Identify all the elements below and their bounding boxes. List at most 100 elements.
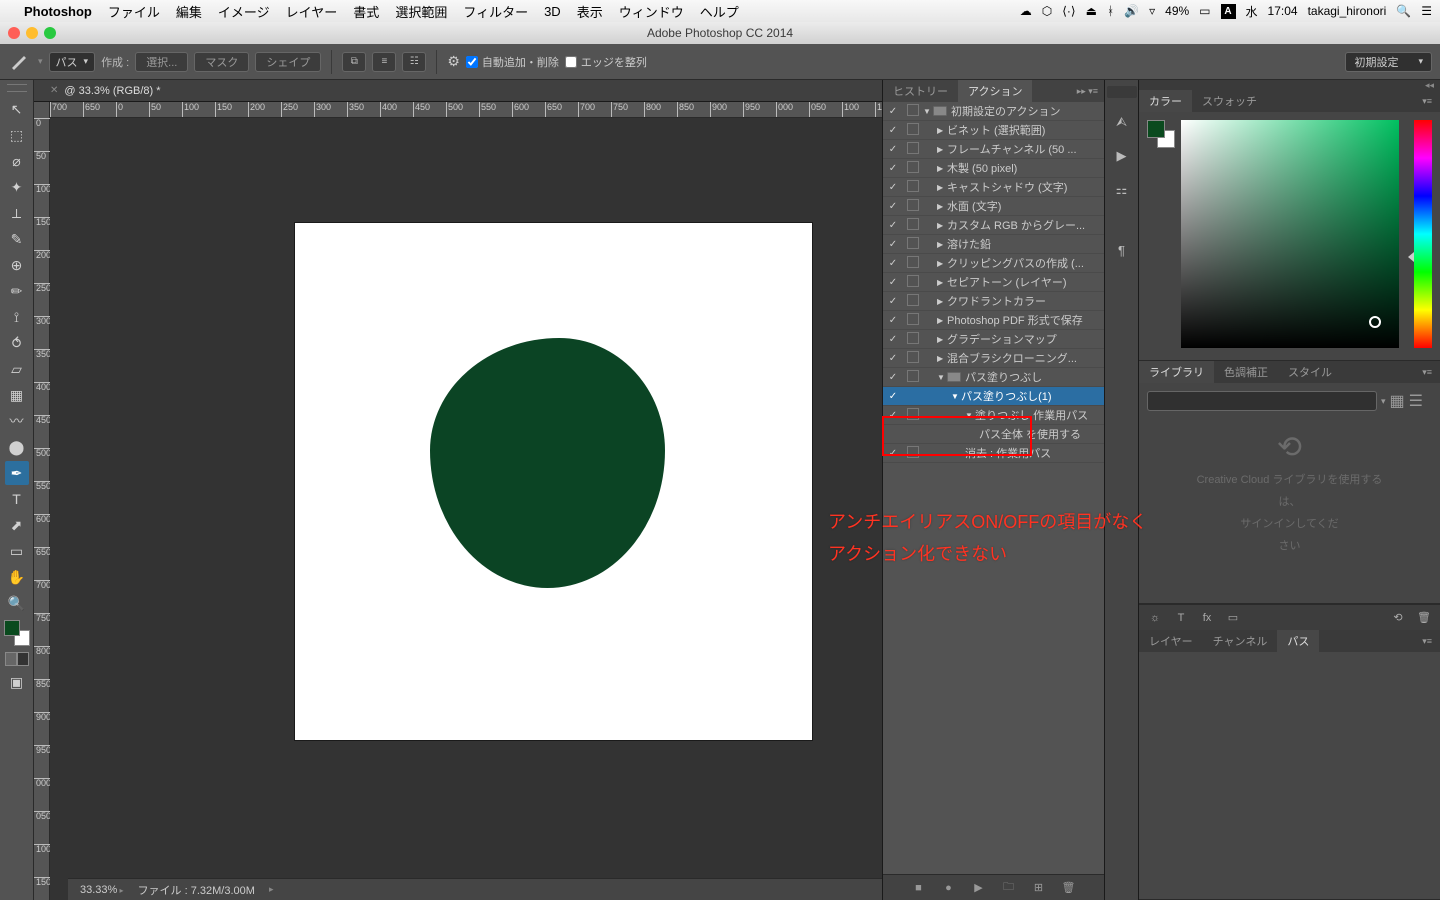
character-panel-icon[interactable]: ¶	[1112, 240, 1132, 260]
action-row[interactable]: ✓▶クワドラントカラー	[883, 292, 1104, 311]
menu-layer[interactable]: レイヤー	[286, 2, 338, 21]
tab-libraries[interactable]: ライブラリ	[1139, 361, 1214, 383]
clock-day[interactable]: 水	[1246, 3, 1258, 20]
path-op-icon[interactable]: ⧉	[342, 52, 366, 72]
panel-collapse-icon[interactable]: ▸▸ ▾≡	[1071, 86, 1104, 97]
window-minimize-button[interactable]	[26, 27, 38, 39]
bluetooth-icon[interactable]: ᚼ	[1107, 4, 1114, 18]
action-row[interactable]: ✓▶キャストシャドウ (文字)	[883, 178, 1104, 197]
action-toggle-icon[interactable]: ✓	[883, 334, 903, 345]
eyedropper-tool[interactable]: ✎	[5, 227, 29, 251]
tab-channels[interactable]: チャンネル	[1203, 630, 1278, 652]
menu-filter[interactable]: フィルター	[463, 2, 528, 21]
tab-adjustments[interactable]: 色調補正	[1214, 361, 1278, 383]
action-row[interactable]: ✓▶木製 (50 pixel)	[883, 159, 1104, 178]
tab-swatches[interactable]: スウォッチ	[1192, 90, 1267, 112]
action-row[interactable]: パス全体 を使用する	[883, 425, 1104, 444]
action-dialog-icon[interactable]	[903, 408, 923, 423]
ime-icon[interactable]: A	[1221, 4, 1236, 19]
marquee-tool[interactable]: ⬚	[5, 123, 29, 147]
zoom-readout[interactable]: 33.33%	[80, 884, 124, 896]
action-dialog-icon[interactable]	[903, 218, 923, 233]
action-row[interactable]: ✓▶カスタム RGB からグレー...	[883, 216, 1104, 235]
action-toggle-icon[interactable]: ✓	[883, 201, 903, 212]
foreground-color[interactable]	[4, 620, 20, 636]
adj-trash-icon[interactable]: 🗑	[1416, 611, 1432, 624]
action-dialog-icon[interactable]	[903, 161, 923, 176]
action-row[interactable]: ✓▶クリッピングパスの作成 (...	[883, 254, 1104, 273]
color-spectrum[interactable]	[1181, 120, 1399, 348]
action-row[interactable]: ✓▶ビネット (選択範囲)	[883, 121, 1104, 140]
trash-icon[interactable]: 🗑	[1061, 881, 1077, 895]
lasso-tool[interactable]: ⌀	[5, 149, 29, 173]
tab-color[interactable]: カラー	[1139, 90, 1192, 112]
action-dialog-icon[interactable]	[903, 370, 923, 385]
volume-icon[interactable]: 🔊	[1124, 4, 1139, 18]
brush-tool[interactable]: ✏	[5, 279, 29, 303]
user-name[interactable]: takagi_hironori	[1308, 4, 1387, 18]
path-selection-tool[interactable]: ⬈	[5, 513, 29, 537]
action-dialog-icon[interactable]	[903, 237, 923, 252]
screen-mode-icon[interactable]: ▣	[5, 670, 29, 694]
new-action-icon[interactable]: ⊞	[1031, 881, 1047, 895]
action-toggle-icon[interactable]: ✓	[883, 144, 903, 155]
action-toggle-icon[interactable]: ✓	[883, 315, 903, 326]
action-toggle-icon[interactable]: ✓	[883, 182, 903, 193]
play-icon[interactable]: ▶	[971, 881, 987, 895]
app-name[interactable]: Photoshop	[24, 4, 92, 19]
action-dialog-icon[interactable]	[903, 104, 923, 119]
actions-panel-icon[interactable]: ▶	[1112, 146, 1132, 166]
new-set-icon[interactable]: 🗀	[1001, 881, 1017, 895]
paths-panel-body[interactable]	[1139, 652, 1440, 899]
stop-record-icon[interactable]: ■	[911, 881, 927, 895]
action-dialog-icon[interactable]	[903, 180, 923, 195]
action-dialog-icon[interactable]	[903, 446, 923, 461]
menu-edit[interactable]: 編集	[176, 2, 202, 21]
action-row[interactable]: ✓▼パス塗りつぶし(1)	[883, 387, 1104, 406]
window-maximize-button[interactable]	[44, 27, 56, 39]
spotlight-icon[interactable]: 🔍	[1396, 4, 1411, 18]
lib-list-icon[interactable]: ☰	[1409, 391, 1423, 411]
action-toggle-icon[interactable]: ✓	[883, 258, 903, 269]
battery-icon[interactable]: ▭	[1199, 4, 1210, 18]
healing-brush-tool[interactable]: ⊕	[5, 253, 29, 277]
action-row[interactable]: ✓▶溶けた鉛	[883, 235, 1104, 254]
sync-icon[interactable]: ⟨·⟩	[1062, 4, 1075, 18]
action-toggle-icon[interactable]: ✓	[883, 372, 903, 383]
action-row[interactable]: ✓▶セピアトーン (レイヤー)	[883, 273, 1104, 292]
action-row[interactable]: ✓▼塗りつぶし 作業用パス	[883, 406, 1104, 425]
library-select[interactable]	[1147, 391, 1377, 411]
notification-icon[interactable]: ☰	[1421, 4, 1432, 18]
action-row[interactable]: ✓▶フレームチャンネル (50 ...	[883, 140, 1104, 159]
action-dialog-icon[interactable]	[903, 351, 923, 366]
workspace-preset-select[interactable]: 初期設定	[1345, 52, 1432, 72]
path-arrange-icon[interactable]: ☷	[402, 52, 426, 72]
action-dialog-icon[interactable]	[903, 256, 923, 271]
action-dialog-icon[interactable]	[903, 332, 923, 347]
panel-menu-icon[interactable]: ▾≡	[1414, 96, 1440, 107]
adj-icon-4[interactable]: ▭	[1225, 611, 1241, 624]
action-dialog-icon[interactable]	[903, 313, 923, 328]
make-mask-button[interactable]: マスク	[194, 52, 249, 72]
wifi-icon[interactable]: ▿	[1149, 4, 1155, 18]
action-dialog-icon[interactable]	[903, 275, 923, 290]
eraser-tool[interactable]: ▱	[5, 357, 29, 381]
pen-tool[interactable]: ✒	[5, 461, 29, 485]
horizontal-ruler[interactable]: 7006500501001502002503003504004505005506…	[50, 102, 882, 118]
auto-add-delete-checkbox[interactable]: 自動追加・削除	[466, 54, 559, 70]
ext-icon[interactable]: ⏏	[1086, 4, 1097, 18]
menu-type[interactable]: 書式	[353, 2, 379, 21]
rectangle-tool[interactable]: ▭	[5, 539, 29, 563]
action-toggle-icon[interactable]: ✓	[883, 125, 903, 136]
action-toggle-icon[interactable]: ✓	[883, 353, 903, 364]
action-toggle-icon[interactable]: ✓	[883, 296, 903, 307]
type-tool[interactable]: T	[5, 487, 29, 511]
spectrum-cursor[interactable]	[1369, 316, 1381, 328]
foreground-background-swatch[interactable]	[4, 620, 30, 646]
gear-icon[interactable]: ⚙	[447, 53, 460, 70]
menu-select[interactable]: 選択範囲	[395, 2, 447, 21]
action-toggle-icon[interactable]: ✓	[883, 163, 903, 174]
menu-image[interactable]: イメージ	[218, 2, 270, 21]
gradient-tool[interactable]: ▦	[5, 383, 29, 407]
dodge-tool[interactable]: ⬤	[5, 435, 29, 459]
